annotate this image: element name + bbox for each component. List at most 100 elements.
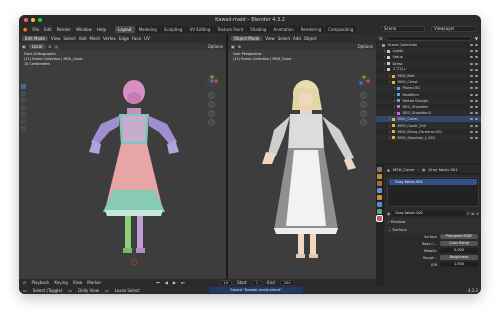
- jump-end-icon[interactable]: ⏭: [181, 280, 185, 285]
- unlink-material-icon[interactable]: ✕: [476, 212, 479, 216]
- camera-view-button[interactable]: [360, 110, 367, 117]
- outliner-row[interactable]: › MSH_Shoulder_L.001: [376, 134, 481, 141]
- left-menu-uv[interactable]: UV: [144, 36, 150, 41]
- camera-icon[interactable]: [475, 50, 478, 53]
- eye-icon[interactable]: [470, 44, 473, 47]
- ortho-toggle-button[interactable]: [208, 119, 215, 126]
- tool-tab-icon[interactable]: [377, 167, 382, 172]
- new-material-icon[interactable]: ⧉: [471, 212, 474, 216]
- inset-tool-icon[interactable]: [21, 126, 26, 131]
- eye-icon[interactable]: [470, 112, 473, 115]
- cursor-tool-icon[interactable]: [21, 91, 26, 96]
- eye-icon[interactable]: [470, 50, 473, 53]
- navigation-gizmo-left[interactable]: [205, 74, 219, 88]
- viewport-left[interactable]: Edit Mode View Select Add Mesh Vertex Ed…: [19, 34, 226, 279]
- orientation-dropdown[interactable]: Local: [28, 44, 46, 49]
- render-tab-icon[interactable]: [377, 174, 382, 179]
- extrude-tool-icon[interactable]: [21, 119, 26, 124]
- camera-icon[interactable]: [475, 68, 478, 71]
- playback-menu[interactable]: Playback: [32, 280, 50, 285]
- eye-icon[interactable]: [470, 93, 473, 96]
- camera-icon[interactable]: [475, 75, 478, 78]
- workspace-tab-compositing[interactable]: Compositing: [325, 26, 357, 33]
- expand-arrow-icon[interactable]: ›: [389, 130, 390, 134]
- left-menu-add[interactable]: Add: [79, 36, 87, 41]
- left-menu-face[interactable]: Face: [132, 36, 141, 41]
- camera-icon[interactable]: [475, 124, 478, 127]
- select-box-icon[interactable]: ▣: [22, 44, 26, 49]
- menu-help[interactable]: Help: [97, 27, 106, 32]
- expand-arrow-icon[interactable]: ›: [384, 49, 385, 53]
- navigation-gizmo-right[interactable]: [357, 74, 371, 88]
- left-options-dropdown[interactable]: Options: [208, 44, 223, 49]
- workspace-tab-uv-editing[interactable]: UV Editing: [186, 26, 214, 33]
- data-tab-icon[interactable]: [377, 209, 382, 214]
- character-maid-model[interactable]: [258, 80, 358, 270]
- play-reverse-icon[interactable]: ◀: [165, 280, 168, 285]
- expand-arrow-icon[interactable]: ›: [384, 62, 385, 66]
- expand-arrow-icon[interactable]: ›: [389, 124, 390, 128]
- timeline-view-menu[interactable]: View: [73, 280, 83, 285]
- snap-icon[interactable]: ⊙: [48, 44, 51, 49]
- material-browse-icon[interactable]: ●: [387, 212, 390, 216]
- rotate-tool-icon[interactable]: [21, 105, 26, 110]
- camera-icon[interactable]: [475, 99, 478, 102]
- select-box-icon[interactable]: ▣: [231, 44, 235, 49]
- ior-field[interactable]: 1.500: [440, 262, 478, 267]
- camera-icon[interactable]: [475, 105, 478, 108]
- menu-edit[interactable]: Edit: [44, 27, 52, 32]
- expand-arrow-icon[interactable]: ›: [394, 105, 395, 109]
- camera-icon[interactable]: [475, 62, 478, 65]
- right-menu-add[interactable]: Add: [293, 36, 301, 41]
- camera-icon[interactable]: [475, 87, 478, 90]
- workspace-tab-shading[interactable]: Shading: [247, 26, 270, 33]
- camera-icon[interactable]: [475, 44, 478, 47]
- viewport-right[interactable]: Object Mode View Select Add Object ▣ ⊕ O…: [228, 34, 376, 279]
- transform-pivot-icon[interactable]: ⊕: [238, 44, 241, 49]
- expand-arrow-icon[interactable]: ›: [394, 93, 395, 97]
- camera-icon[interactable]: [475, 93, 478, 96]
- keying-menu[interactable]: Keying: [54, 280, 67, 285]
- object-tab-icon[interactable]: [377, 195, 382, 200]
- play-icon[interactable]: ▶: [173, 280, 176, 285]
- modifier-tab-icon[interactable]: [377, 202, 382, 207]
- workspace-tab-rendering[interactable]: Rendering: [297, 26, 325, 33]
- start-frame-field[interactable]: 1: [251, 279, 263, 286]
- eye-icon[interactable]: [470, 105, 473, 108]
- right-mode-selector[interactable]: Object Mode: [231, 36, 263, 41]
- pan-view-button[interactable]: [360, 101, 367, 108]
- menu-render[interactable]: Render: [57, 27, 71, 32]
- left-menu-mesh[interactable]: Mesh: [90, 36, 101, 41]
- jump-start-icon[interactable]: ⏮: [156, 280, 160, 285]
- eye-icon[interactable]: [470, 87, 473, 90]
- left-menu-select[interactable]: Select: [63, 36, 75, 41]
- camera-icon[interactable]: [475, 130, 478, 133]
- menu-file[interactable]: File: [32, 27, 39, 32]
- roughness-field[interactable]: Roughness: [440, 255, 478, 260]
- zoom-view-button[interactable]: [360, 92, 367, 99]
- zoom-window-button[interactable]: [38, 18, 42, 22]
- right-options-dropdown[interactable]: Options: [358, 44, 373, 49]
- filter-icon[interactable]: ▼: [475, 36, 478, 41]
- expand-arrow-icon[interactable]: ›: [389, 117, 390, 121]
- move-tool-icon[interactable]: [21, 98, 26, 103]
- scene-selector[interactable]: Scene: [381, 26, 425, 32]
- scene-tab-icon[interactable]: [377, 188, 382, 193]
- select-tool-icon[interactable]: [21, 84, 26, 89]
- expand-arrow-icon[interactable]: ›: [394, 86, 395, 90]
- eye-icon[interactable]: [470, 130, 473, 133]
- current-frame-field[interactable]: 19: [219, 279, 233, 286]
- left-menu-vertex[interactable]: Vertex: [103, 36, 116, 41]
- proportional-edit-icon[interactable]: ◎: [55, 44, 59, 49]
- ortho-toggle-button[interactable]: [360, 119, 367, 126]
- close-window-button[interactable]: [24, 18, 28, 22]
- outliner-search-input[interactable]: [385, 35, 472, 41]
- scale-tool-icon[interactable]: [21, 112, 26, 117]
- blender-logo-icon[interactable]: ●: [23, 27, 27, 33]
- left-menu-edge[interactable]: Edge: [119, 36, 129, 41]
- eye-icon[interactable]: [470, 124, 473, 127]
- camera-icon[interactable]: [475, 56, 478, 59]
- marker-menu[interactable]: Marker: [87, 280, 101, 285]
- eye-icon[interactable]: [470, 68, 473, 71]
- eye-icon[interactable]: [470, 81, 473, 84]
